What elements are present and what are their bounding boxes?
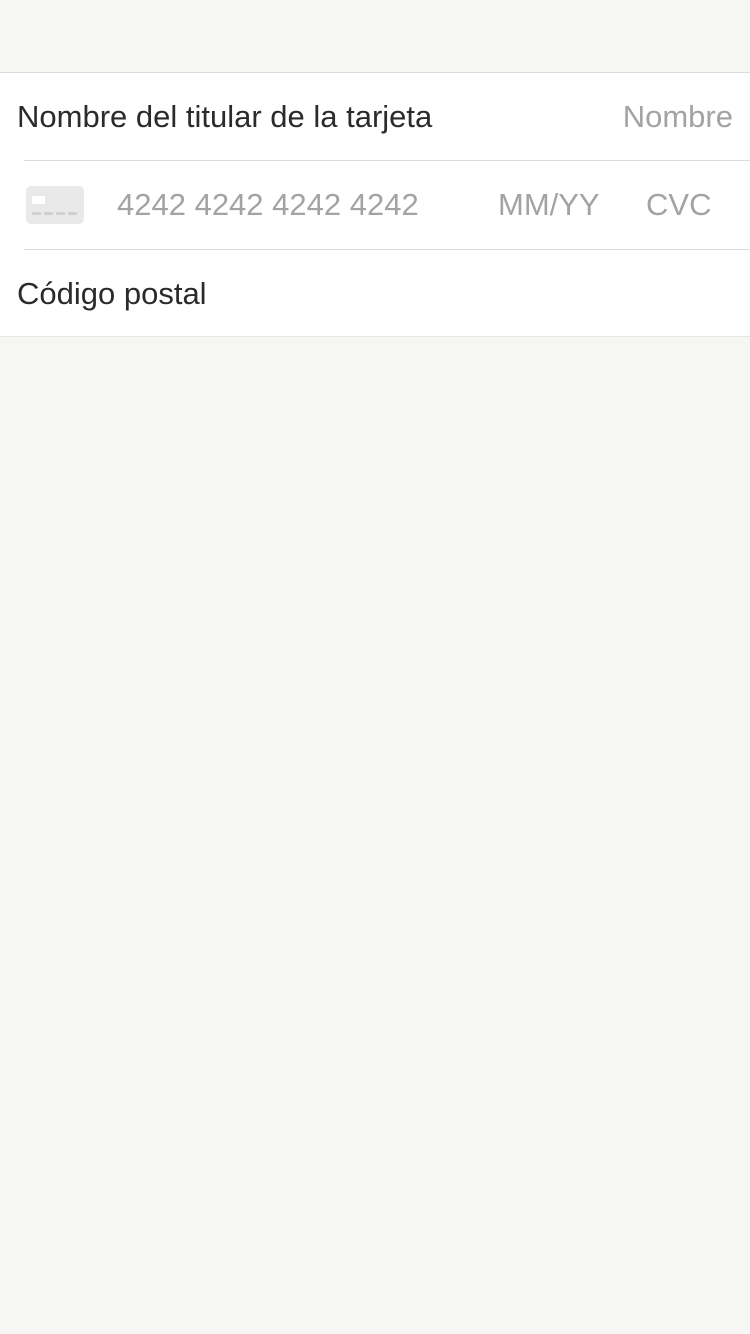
card-dash-mark bbox=[44, 212, 53, 215]
expiry-input[interactable] bbox=[498, 161, 618, 249]
cardholder-name-input[interactable] bbox=[473, 73, 733, 161]
card-chip-mark bbox=[32, 196, 45, 204]
card-dash-mark bbox=[56, 212, 65, 215]
postal-code-input[interactable] bbox=[240, 250, 733, 338]
credit-card-icon bbox=[26, 186, 84, 224]
cvc-input[interactable] bbox=[646, 161, 736, 249]
card-number-input[interactable] bbox=[117, 161, 477, 249]
card-details-row[interactable] bbox=[0, 161, 750, 249]
cardholder-row[interactable]: Nombre del titular de la tarjeta bbox=[0, 73, 750, 161]
cardholder-label: Nombre del titular de la tarjeta bbox=[17, 99, 433, 134]
payment-form: Nombre del titular de la tarjeta Código … bbox=[0, 72, 750, 338]
card-dash-mark bbox=[68, 212, 77, 215]
card-dash-mark bbox=[32, 212, 41, 215]
postal-code-row[interactable]: Código postal bbox=[0, 250, 750, 338]
postal-code-label: Código postal bbox=[17, 276, 207, 311]
